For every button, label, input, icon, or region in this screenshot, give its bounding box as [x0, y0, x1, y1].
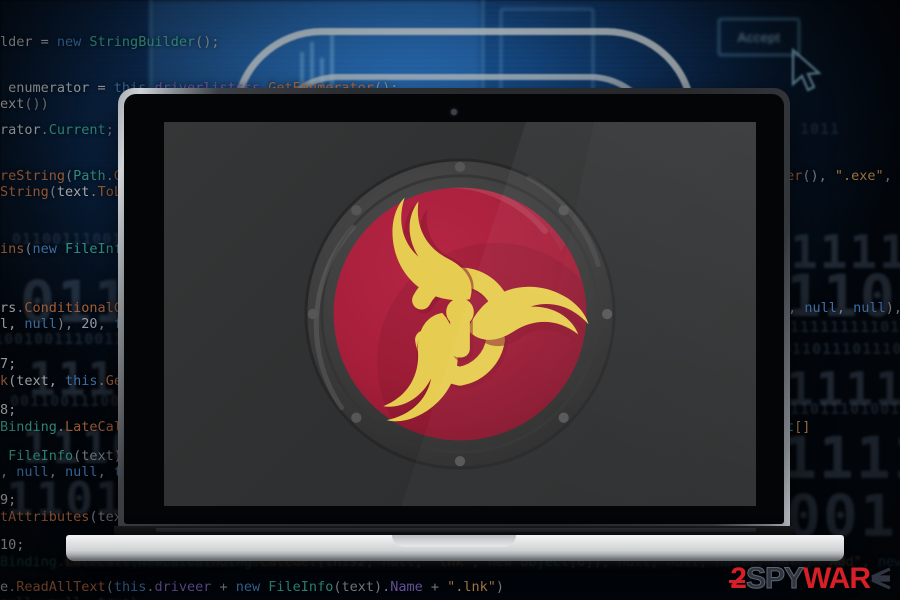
logo-part-war: WAR [803, 562, 871, 595]
webcam-icon [451, 109, 457, 115]
laptop-lid [118, 88, 790, 530]
laptop-bezel [124, 94, 784, 524]
logo-part-e-icon [871, 567, 891, 590]
logo-part-2: 2 [729, 562, 747, 595]
laptop-screen [164, 122, 756, 506]
laptop-base-notch [392, 535, 516, 547]
laptop-hinge-strip [156, 528, 756, 532]
logo-part-spy: SPY [745, 562, 804, 595]
laptop-base-shadow [66, 558, 844, 567]
screenshot-stage: Accept 011001110010110101111010010011100… [0, 0, 900, 600]
laptop-computer [66, 88, 844, 567]
2spyware-logo: 2 SPY WAR [729, 562, 892, 595]
biohazard-warning-emblem [304, 158, 616, 470]
